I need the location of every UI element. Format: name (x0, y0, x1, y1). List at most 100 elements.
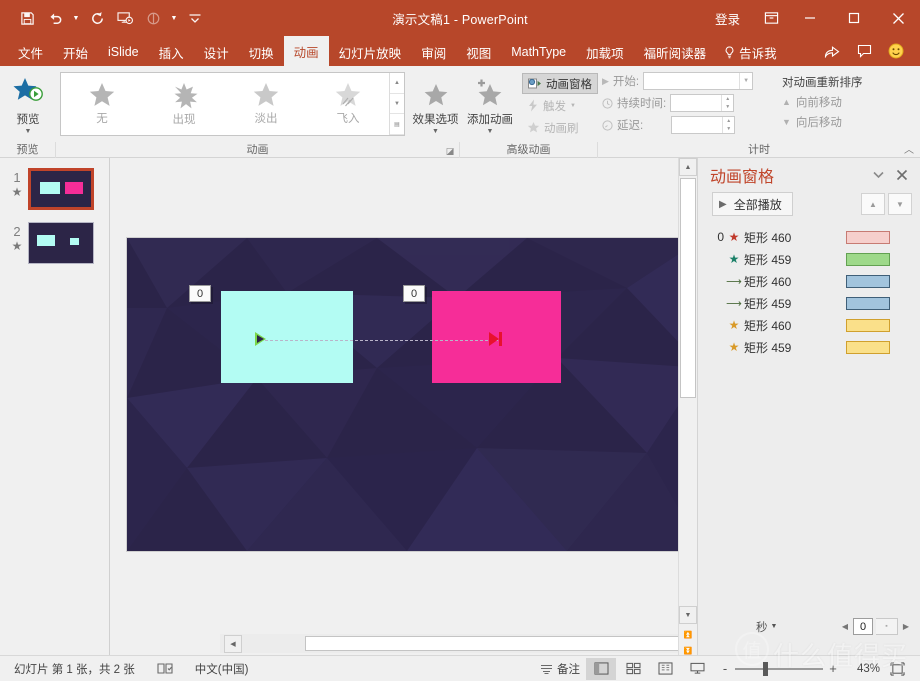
gallery-scrollbar[interactable]: ▲ ▼ ▤ (389, 73, 404, 136)
animation-timeline-bar[interactable] (846, 274, 890, 288)
animation-list-item[interactable]: ⟶ 矩形 459 (698, 292, 920, 314)
save-icon[interactable] (14, 5, 40, 31)
animation-list-item[interactable]: ★ 矩形 459 (698, 248, 920, 270)
move-up-icon[interactable]: ▲ (861, 193, 885, 215)
start-select[interactable]: ▼ (643, 72, 754, 90)
motion-path-end-marker[interactable] (489, 332, 499, 346)
animation-fade[interactable]: 淡出 (225, 73, 307, 135)
zoom-knob[interactable] (763, 661, 768, 676)
move-later-button[interactable]: ▼ 向后移动 (776, 112, 916, 132)
duration-input[interactable]: ▲ ▼ (670, 94, 735, 112)
touch-mode-icon[interactable] (140, 5, 166, 31)
trigger-dropdown-icon[interactable]: ▼ (570, 103, 576, 109)
vscroll-down-icon[interactable]: ▼ (679, 606, 697, 624)
trigger-button[interactable]: 触发 ▼ (522, 95, 598, 116)
animation-tag-2[interactable]: 0 (403, 285, 425, 302)
tab-view[interactable]: 视图 (456, 38, 501, 66)
zoom-slider[interactable]: - + (720, 661, 838, 676)
tab-file[interactable]: 文件 (8, 38, 53, 66)
thumbnail-item-1[interactable]: 1 ★ (0, 168, 109, 222)
animation-list-item[interactable]: ★ 矩形 459 (698, 336, 920, 358)
redo-icon[interactable] (84, 5, 110, 31)
tab-transitions[interactable]: 切换 (239, 38, 284, 66)
thumbnail-item-2[interactable]: 2 ★ (0, 222, 109, 276)
reading-view-button[interactable] (650, 658, 680, 680)
fit-slide-icon[interactable] (882, 658, 912, 680)
thumbnail-animation-star-2[interactable]: ★ (12, 239, 23, 253)
preview-button[interactable]: 预览 ▼ (0, 70, 56, 136)
touch-mode-dropdown-icon[interactable]: ▼ (168, 5, 180, 31)
undo-icon[interactable] (42, 5, 68, 31)
chevron-down-icon[interactable] (866, 163, 890, 187)
animation-list[interactable]: 0 ★ 矩形 460 ★ 矩形 459 ⟶ 矩形 460 ⟶ 矩形 459 ★ … (698, 226, 920, 358)
animation-dialog-launcher[interactable]: ◪ (444, 145, 456, 157)
animation-appear[interactable]: 出现 (143, 73, 225, 135)
tab-islide[interactable]: iSlide (98, 38, 149, 66)
horizontal-scrollbar[interactable]: ◀ ▶ (220, 634, 678, 653)
seconds-stepper[interactable]: ▪ (876, 618, 898, 635)
thumbnail-animation-star-1[interactable]: ★ (12, 185, 23, 199)
tab-animations[interactable]: 动画 (283, 36, 329, 66)
gallery-scroll-down-icon[interactable]: ▼ (390, 94, 404, 115)
zoom-percent[interactable]: 43% (846, 663, 880, 675)
animation-list-item[interactable]: ⟶ 矩形 460 (698, 270, 920, 292)
animation-timeline-bar[interactable] (846, 252, 890, 266)
minimize-button[interactable] (788, 0, 832, 36)
start-slideshow-icon[interactable] (112, 5, 138, 31)
add-animation-dropdown-icon[interactable]: ▼ (487, 128, 494, 136)
zoom-out-button[interactable]: - (720, 661, 730, 676)
tab-insert[interactable]: 插入 (149, 38, 194, 66)
move-earlier-button[interactable]: ▲ 向前移动 (776, 92, 916, 112)
tab-foxit-reader[interactable]: 福昕阅读器 (634, 38, 717, 66)
vertical-scrollbar[interactable]: ▲ ▼ ⏫ ⏬ (678, 158, 697, 660)
add-animation-button[interactable]: 添加动画 ▼ (460, 70, 520, 136)
thumbnail-preview-1[interactable] (28, 168, 94, 210)
zoom-in-button[interactable]: + (828, 661, 838, 676)
smiley-icon[interactable] (880, 37, 912, 65)
animation-timeline-bar[interactable] (846, 296, 890, 310)
effect-options-dropdown-icon[interactable]: ▼ (432, 128, 439, 136)
undo-dropdown-icon[interactable]: ▼ (70, 5, 82, 31)
slide-count-label[interactable]: 幻灯片 第 1 张，共 2 张 (10, 658, 139, 680)
tab-design[interactable]: 设计 (194, 38, 239, 66)
seconds-prev-icon[interactable]: ◀ (840, 622, 850, 631)
animation-none[interactable]: 无 (61, 73, 143, 135)
share-icon[interactable] (816, 37, 848, 65)
animation-timeline-bar[interactable] (846, 340, 890, 354)
seconds-next-icon[interactable]: ▶ (901, 622, 911, 631)
seconds-dropdown-icon[interactable]: ▼ (771, 623, 778, 630)
comment-icon[interactable] (848, 37, 880, 65)
normal-view-button[interactable] (586, 657, 616, 680)
animation-list-item[interactable]: 0 ★ 矩形 460 (698, 226, 920, 248)
gallery-scroll-up-icon[interactable]: ▲ (390, 73, 404, 94)
animation-gallery[interactable]: 无 出现 淡出 飞入 ▲ ▼ ▤ (60, 72, 405, 136)
slide-canvas[interactable]: 0 0 (127, 238, 678, 551)
slide-sorter-view-button[interactable] (618, 658, 648, 680)
slide-canvas-area[interactable]: 0 0 ◀ ▶ (110, 158, 678, 655)
tab-review[interactable]: 审阅 (411, 38, 456, 66)
play-all-button[interactable]: ▶ 全部播放 (712, 192, 793, 216)
tab-home[interactable]: 开始 (53, 38, 98, 66)
customize-qat-icon[interactable] (182, 5, 208, 31)
tell-me-box[interactable]: 告诉我 (716, 38, 785, 66)
sign-in-button[interactable]: 登录 (701, 9, 754, 28)
seconds-value[interactable]: 0 (853, 618, 873, 635)
slide-thumbnail-pane[interactable]: 1 ★ 2 ★ (0, 158, 110, 655)
effect-options-button[interactable]: 效果选项 ▼ (411, 70, 460, 136)
move-down-icon[interactable]: ▼ (888, 193, 912, 215)
delay-spinner[interactable]: ▲ ▼ (722, 117, 734, 133)
animation-list-item[interactable]: ★ 矩形 460 (698, 314, 920, 336)
animation-timeline-bar[interactable] (846, 318, 890, 332)
preview-dropdown-icon[interactable]: ▼ (25, 128, 32, 136)
language-label[interactable]: 中文(中国) (191, 658, 253, 680)
animation-tag-1[interactable]: 0 (189, 285, 211, 302)
animation-pane-button[interactable]: 动画窗格 (522, 73, 598, 94)
hscroll-thumb[interactable] (305, 636, 678, 651)
tab-addins[interactable]: 加载项 (576, 38, 634, 66)
notes-button[interactable]: 备注 (536, 658, 584, 680)
ribbon-display-options-icon[interactable] (754, 0, 788, 36)
animation-timeline-bar[interactable] (846, 230, 890, 244)
delay-input[interactable]: ▲ ▼ (671, 116, 736, 134)
collapse-ribbon-icon[interactable]: ︿ (904, 141, 914, 156)
seconds-dropdown[interactable]: 秒 ▼ (756, 619, 777, 635)
